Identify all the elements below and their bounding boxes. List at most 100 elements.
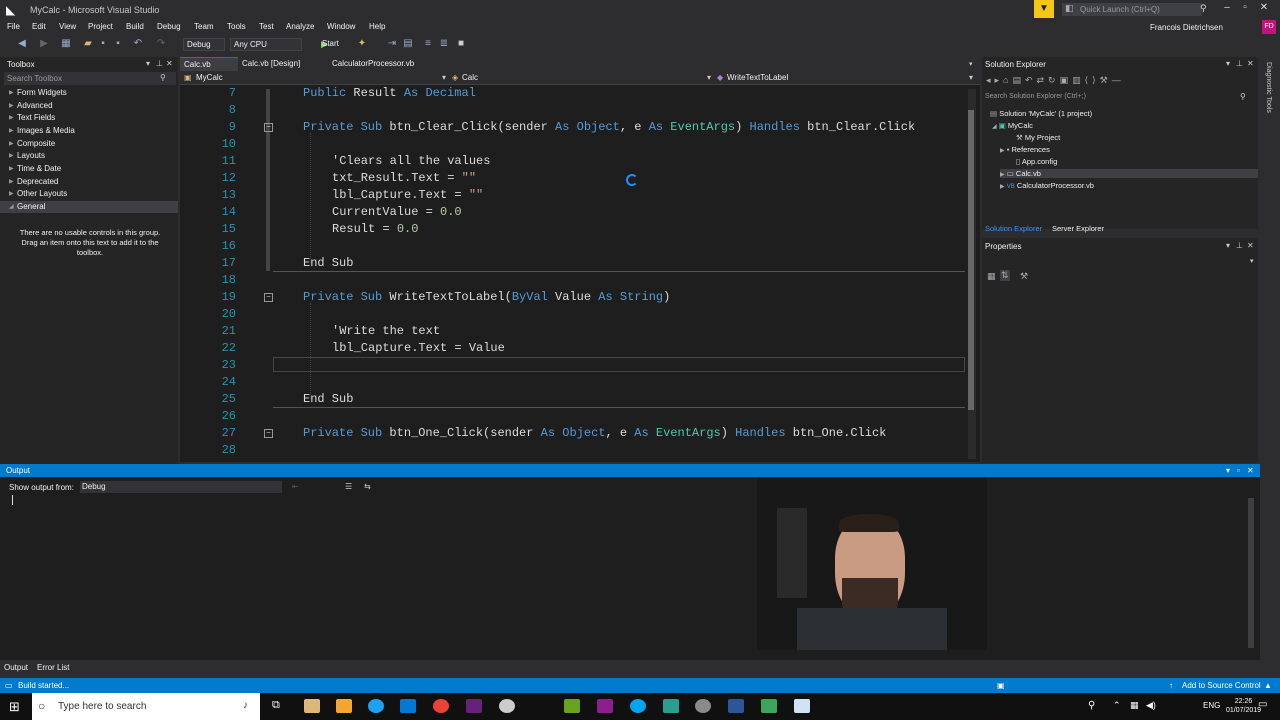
tab-solution-explorer[interactable]: Solution Explorer [985,224,1042,233]
notifications-icon[interactable]: ▲ [1264,681,1272,690]
toolbox-category[interactable]: ▶ Images & Media [0,125,178,137]
word-wrap-icon[interactable]: ⇆ [364,482,371,491]
categorized-icon[interactable]: ▦ [987,271,996,282]
toolbox-category[interactable]: ▶ Text Fields [0,112,178,124]
start-button[interactable]: Start [322,39,339,48]
tree-item-calc-vb[interactable]: ▶ ▭ Calc.vb [1000,169,1258,178]
media-app-icon[interactable] [499,699,515,713]
tree-item-solution[interactable]: ▤ Solution 'MyCalc' (1 project) [990,109,1092,118]
property-pages-icon[interactable]: ⚒ [1020,271,1028,282]
menu-analyze[interactable]: Analyze [286,22,314,31]
tree-item-project[interactable]: ◢ ▣ MyCalc [992,121,1033,130]
menu-file[interactable]: File [7,22,20,31]
nav-member-select[interactable]: WriteTextToLabel [727,73,788,82]
quick-launch-input[interactable]: Quick Launch (Ctrl+Q) [1062,3,1202,16]
task-view-icon[interactable]: ⧉ [272,699,280,712]
people-icon[interactable]: ⚲ [1088,700,1095,711]
taskbar-search-input[interactable]: Type here to search [32,693,260,720]
network-icon[interactable]: ▦ [1130,700,1139,711]
maximize-icon[interactable]: ▫ [1238,2,1252,13]
toolbox-category[interactable]: ▶ Time & Date [0,163,178,175]
menu-edit[interactable]: Edit [32,22,46,31]
minimize-icon[interactable]: – [1220,2,1234,13]
filter-icon[interactable]: ▼ [1034,0,1054,18]
close-icon[interactable]: ✕ [166,59,173,68]
undo-icon[interactable]: ↶ [132,38,144,50]
clear-all-icon[interactable]: ☰ [345,482,352,491]
indent-icon[interactable]: ≡ [422,38,434,50]
avatar[interactable]: FD [1262,20,1276,34]
close-icon[interactable]: ✕ [1247,466,1254,475]
tree-item-app-config[interactable]: ▯ App.config [1016,157,1057,166]
outdent-icon[interactable]: ≣ [438,38,450,50]
dropdown-icon[interactable]: ▾ [442,73,446,82]
user-name[interactable]: Francois Dietrichsen [1150,23,1223,32]
step-icon[interactable]: ⇥ [386,38,398,50]
notification-icon[interactable]: ▣ [997,681,1005,690]
dropdown-icon[interactable]: ▾ [707,73,711,82]
platform-select[interactable]: Any CPU [230,38,302,51]
pin-icon[interactable]: ⊥ [1236,241,1243,250]
teal-app-icon[interactable] [663,699,679,713]
tab-error-list[interactable]: Error List [37,663,69,672]
alphabetical-icon[interactable]: ⇅ [1000,270,1010,281]
tab-calc-design[interactable]: Calc.vb [Design] [238,57,304,71]
menu-build[interactable]: Build [126,22,144,31]
dropdown-icon[interactable]: ▾ [1250,257,1254,265]
toolbox-category[interactable]: ▶ Composite [0,138,178,150]
skype-icon[interactable] [368,699,384,713]
chevron-up-icon[interactable]: ⌃ [1113,700,1121,711]
bookmark-icon[interactable]: ▤ [402,38,414,50]
volume-icon[interactable]: ◀) [1146,700,1156,711]
visual-studio-taskbar-icon[interactable] [466,699,482,713]
dropdown-icon[interactable]: ▾ [1226,466,1230,475]
menu-window[interactable]: Window [327,22,355,31]
notepad-app-icon[interactable] [794,699,810,713]
tab-overflow-icon[interactable]: ▾ [969,60,973,68]
menu-team[interactable]: Team [194,22,214,31]
output-source-select[interactable]: Debug [80,481,282,493]
toolbox-category[interactable]: ▶ Deprecated [0,176,178,188]
purple-app-icon[interactable] [597,699,613,713]
editor-scrollbar-thumb[interactable] [968,110,974,410]
action-center-icon[interactable]: ▭ [1258,699,1267,710]
pin-icon[interactable]: ⊥ [156,59,163,68]
diagnostic-tools-tab[interactable]: Diagnostic Tools [1265,62,1272,113]
tab-output[interactable]: Output [4,663,28,672]
windows-start-icon[interactable]: ⊞ [9,699,20,715]
search-icon[interactable]: ⚲ [1200,3,1207,14]
taskbar-clock[interactable]: 22:26 01/07/2019 [1226,697,1261,715]
tree-item-calculator-processor[interactable]: ▶ VB CalculatorProcessor.vb [1000,181,1094,190]
menu-view[interactable]: View [59,22,76,31]
language-indicator[interactable]: ENG [1203,701,1220,710]
add-source-control-button[interactable]: Add to Source Control [1182,681,1261,690]
attach-icon[interactable]: ✦ [356,38,368,50]
toolbox-category[interactable]: ▶ Form Widgets [0,87,178,99]
upload-icon[interactable]: ↑ [1169,681,1173,690]
save-all-icon[interactable]: ▪ [112,38,124,50]
open-folder-icon[interactable]: ▰ [82,38,94,50]
green-app-icon[interactable] [761,699,777,713]
toolbox-category-selected[interactable]: ◢ General [0,201,178,213]
tree-item-references[interactable]: ▶ ▪ References [1000,145,1050,154]
close-icon[interactable]: ✕ [1247,59,1254,68]
dropdown-icon[interactable]: ▾ [146,59,150,68]
comment-icon[interactable]: ■ [455,38,467,50]
forward-icon[interactable]: ▶ [38,38,50,50]
chrome-icon[interactable] [433,699,449,713]
code-editor[interactable]: 7 8 9 10 11 12 13 14 15 16 17 18 19 20 2… [180,85,980,462]
dropdown-icon[interactable]: ▾ [1226,241,1230,250]
tab-server-explorer[interactable]: Server Explorer [1052,224,1104,233]
go-to-message-icon[interactable]: ⇤ [292,482,299,491]
dropdown-icon[interactable]: ▾ [1226,59,1230,68]
toolbox-search-input[interactable]: Search Toolbox [4,72,176,85]
pin-icon[interactable]: ⊥ [1236,59,1243,68]
tab-calculator-processor[interactable]: CalculatorProcessor.vb [328,57,418,71]
nav-class-select[interactable]: Calc [462,73,478,82]
collapse-icon[interactable]: − [264,429,273,438]
menu-project[interactable]: Project [88,22,113,31]
file-explorer-icon[interactable] [304,699,320,713]
nav-project-select[interactable]: MyCalc [196,73,223,82]
microphone-icon[interactable]: ♪ [243,700,248,711]
menu-tools[interactable]: Tools [227,22,246,31]
